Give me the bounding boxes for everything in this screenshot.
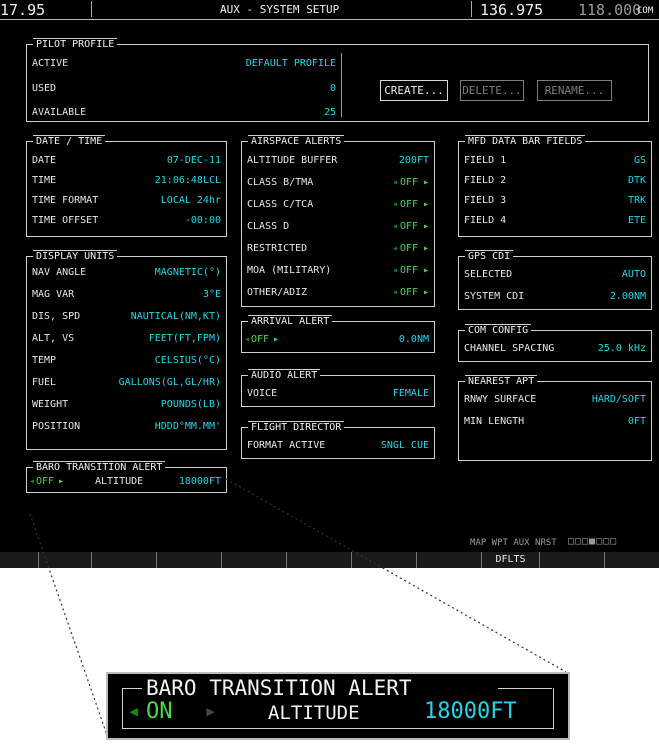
zoom-arrow-left-icon[interactable]: ◂: [127, 699, 140, 725]
zoom-altitude-label: ALTITUDE: [268, 702, 360, 724]
zoom-altitude-value[interactable]: 18000FT: [424, 699, 517, 725]
baro-alert-zoom-callout: BARO TRANSITION ALERT ◂ ON ▸ ALTITUDE 18…: [106, 672, 570, 740]
zoom-arrow-right-icon[interactable]: ▸: [204, 699, 217, 725]
zoom-title: BARO TRANSITION ALERT: [146, 676, 412, 700]
zoom-state[interactable]: ON: [146, 699, 173, 725]
zoom-frame-top-left: [122, 688, 142, 689]
callout-lines: [29, 478, 567, 739]
callout-line-left: [29, 513, 109, 739]
zoom-frame-top-right: [498, 688, 552, 689]
callout-line-right: [225, 478, 567, 673]
